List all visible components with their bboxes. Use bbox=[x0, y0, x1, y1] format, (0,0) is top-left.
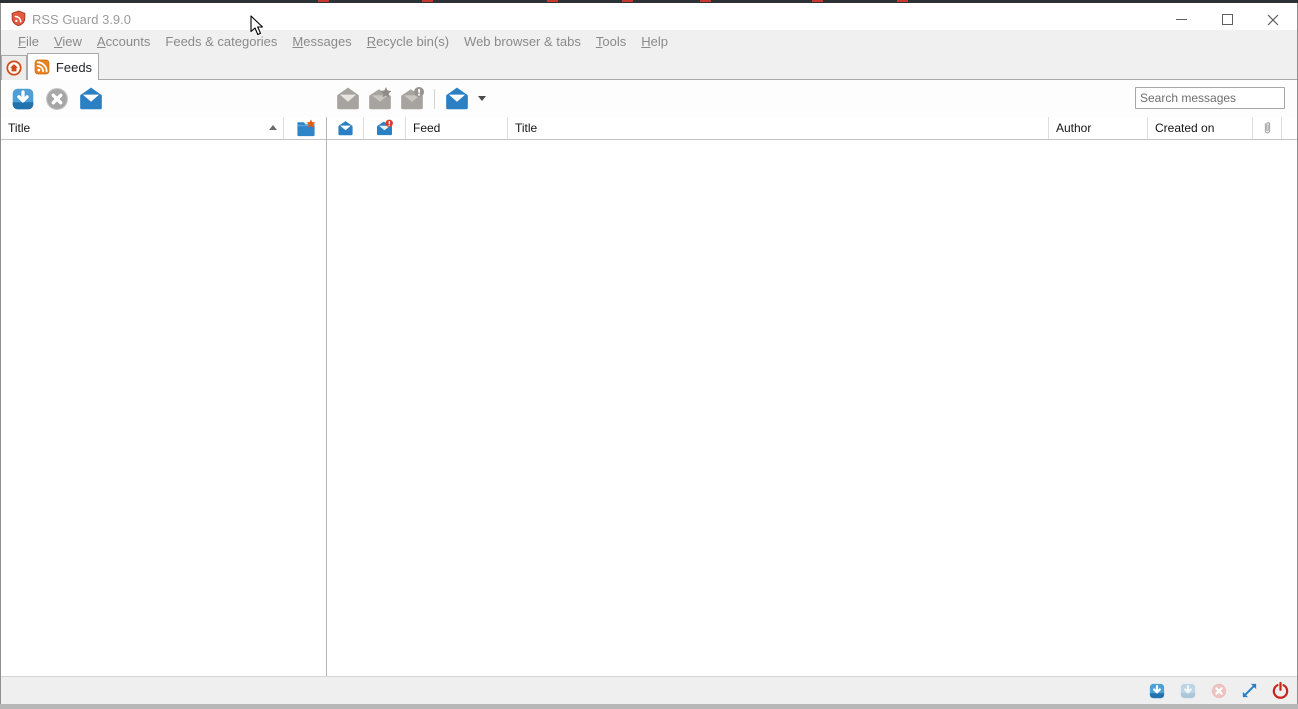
search-input[interactable] bbox=[1135, 87, 1285, 109]
update-all-feeds-button[interactable] bbox=[10, 86, 36, 112]
menubar: File View Accounts Feeds & categories Me… bbox=[1, 30, 1297, 52]
statusbar-update-feeds-button[interactable] bbox=[1147, 681, 1166, 700]
messages-toolbar bbox=[335, 80, 486, 117]
statusbar-quit-button[interactable] bbox=[1271, 681, 1290, 700]
feed-list[interactable] bbox=[1, 140, 326, 676]
read-status-envelope-icon bbox=[338, 120, 353, 135]
mark-read-dropdown-envelope-icon bbox=[446, 87, 468, 109]
feeds-toolbar bbox=[10, 80, 104, 117]
feed-column-title[interactable]: Title bbox=[1, 117, 284, 139]
tabbar: Feeds bbox=[1, 52, 1297, 80]
mark-important-envelope-star-icon bbox=[369, 86, 392, 109]
recording-artifact bbox=[897, 0, 908, 2]
mark-message-unread-button[interactable] bbox=[399, 86, 425, 112]
tab-feeds-label: Feeds bbox=[55, 59, 93, 75]
recording-artifact bbox=[622, 0, 633, 2]
message-list[interactable] bbox=[327, 140, 1297, 676]
update-feeds-icon bbox=[12, 88, 34, 109]
menu-feeds-categories[interactable]: Feeds & categories bbox=[158, 34, 284, 49]
menu-file[interactable]: File bbox=[11, 34, 46, 49]
home-icon bbox=[6, 60, 22, 76]
message-column-feed-label: Feed bbox=[413, 121, 441, 135]
message-column-created-on[interactable]: Created on bbox=[1148, 117, 1253, 139]
rss-icon bbox=[34, 59, 50, 75]
tab-feeds[interactable]: Feeds bbox=[27, 53, 99, 80]
recording-artifact bbox=[422, 0, 433, 2]
window-top-border bbox=[0, 0, 1298, 3]
menu-view[interactable]: View bbox=[47, 34, 89, 49]
feed-column-counts[interactable] bbox=[284, 117, 327, 139]
window-title: RSS Guard 3.9.0 bbox=[32, 12, 131, 27]
recording-artifact bbox=[700, 0, 711, 2]
window-left-border bbox=[0, 0, 1, 709]
message-column-title[interactable]: Title bbox=[508, 117, 1049, 139]
menu-tools[interactable]: Tools bbox=[589, 34, 633, 49]
feed-column-title-label: Title bbox=[8, 121, 31, 135]
message-column-author[interactable]: Author bbox=[1049, 117, 1148, 139]
message-column-read[interactable] bbox=[328, 117, 364, 139]
attachment-paperclip-icon bbox=[1264, 122, 1270, 134]
stop-update-icon bbox=[46, 87, 68, 110]
window-bottom-border bbox=[0, 704, 1298, 709]
importance-envelope-alert-icon bbox=[377, 119, 393, 136]
statusbar bbox=[1, 676, 1297, 704]
statusbar-update-selected-button[interactable] bbox=[1178, 681, 1197, 700]
menu-web-browser-tabs[interactable]: Web browser & tabs bbox=[457, 34, 588, 49]
maximize-icon bbox=[1221, 14, 1233, 25]
recording-artifact bbox=[812, 0, 823, 2]
recording-artifact bbox=[547, 0, 558, 2]
mark-message-read-button[interactable] bbox=[335, 86, 361, 112]
mark-message-important-button[interactable] bbox=[367, 86, 393, 112]
chevron-down-icon[interactable] bbox=[478, 96, 486, 101]
menu-messages[interactable]: Messages bbox=[285, 34, 358, 49]
mark-unread-envelope-alert-icon bbox=[401, 86, 425, 109]
close-button[interactable] bbox=[1250, 6, 1296, 33]
message-column-feed[interactable]: Feed bbox=[406, 117, 508, 139]
menu-help[interactable]: Help bbox=[634, 34, 675, 49]
message-column-importance[interactable] bbox=[364, 117, 406, 139]
tab-home[interactable] bbox=[1, 55, 27, 80]
rss-guard-shield-icon bbox=[11, 10, 26, 27]
menu-accounts[interactable]: Accounts bbox=[90, 34, 157, 49]
quit-power-icon bbox=[1272, 681, 1289, 699]
update-feeds-icon bbox=[1149, 683, 1164, 698]
fullscreen-expand-icon bbox=[1242, 683, 1257, 698]
menu-recycle-bins[interactable]: Recycle bin(s) bbox=[360, 34, 456, 49]
statusbar-stop-update-button[interactable] bbox=[1209, 681, 1228, 700]
minimize-button[interactable] bbox=[1158, 6, 1204, 33]
message-column-title-label: Title bbox=[515, 121, 538, 135]
recording-artifact bbox=[318, 0, 329, 2]
stop-update-icon bbox=[1211, 683, 1226, 698]
statusbar-fullscreen-button[interactable] bbox=[1240, 681, 1259, 700]
message-column-created-on-label: Created on bbox=[1155, 121, 1215, 135]
close-icon bbox=[1267, 14, 1279, 25]
maximize-button[interactable] bbox=[1204, 6, 1250, 33]
mark-read-envelope-icon bbox=[337, 87, 359, 109]
toolbar-separator bbox=[434, 88, 435, 109]
titlebar[interactable]: RSS Guard 3.9.0 bbox=[1, 3, 1297, 30]
stop-update-button[interactable] bbox=[44, 86, 70, 112]
message-column-attachment[interactable] bbox=[1253, 117, 1282, 139]
statusbar-buttons bbox=[1147, 677, 1290, 704]
update-selected-feeds-icon bbox=[1180, 683, 1195, 698]
message-column-author-label: Author bbox=[1056, 121, 1092, 135]
counts-folder-star-icon bbox=[296, 119, 315, 137]
message-column-spacer bbox=[1282, 117, 1298, 139]
mark-all-read-icon bbox=[80, 87, 102, 109]
list-headers: Title Feed Title Author Created on bbox=[1, 117, 1297, 140]
panel-splitter[interactable] bbox=[326, 117, 327, 676]
toolbar-row bbox=[1, 80, 1297, 117]
sort-ascending-icon bbox=[269, 125, 277, 130]
minimize-icon bbox=[1175, 19, 1187, 20]
mark-all-read-button[interactable] bbox=[78, 86, 104, 112]
mark-selected-read-dropdown-button[interactable] bbox=[444, 86, 470, 112]
